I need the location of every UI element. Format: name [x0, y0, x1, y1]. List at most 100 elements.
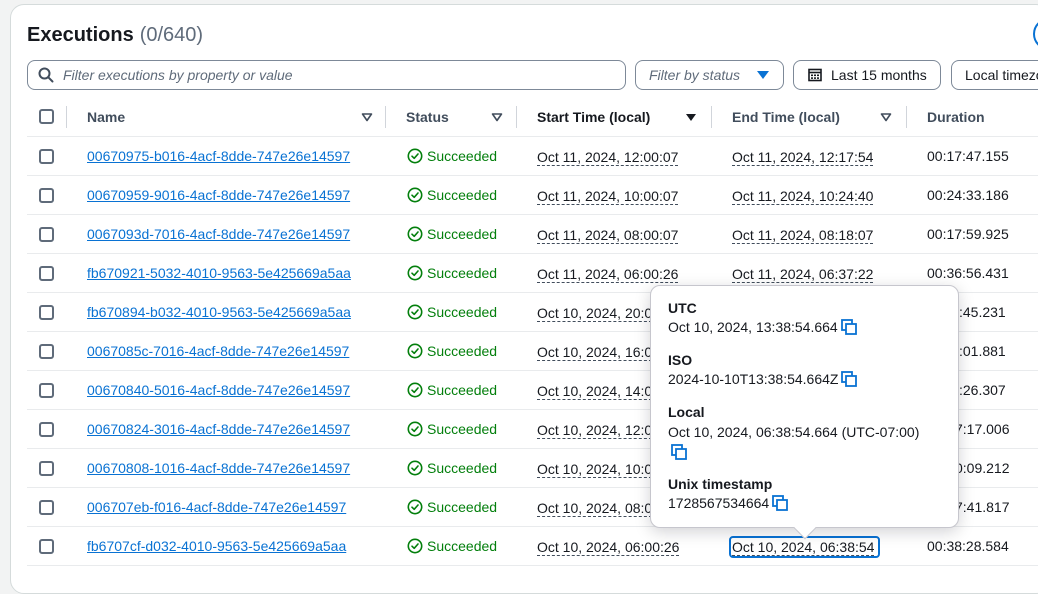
status-text: Succeeded — [427, 382, 498, 398]
execution-name-link[interactable]: fb670921-5032-4010-9563-5e425669a5aa — [87, 265, 351, 281]
check-circle-icon — [407, 499, 423, 515]
title-text: Executions — [27, 24, 134, 46]
execution-name-link[interactable]: 00670975-b016-4acf-8dde-747e26e14597 — [87, 148, 350, 164]
start-time[interactable]: Oct 11, 2024, 08:00:07 — [537, 227, 679, 244]
row-checkbox[interactable] — [39, 227, 54, 242]
check-circle-icon — [407, 265, 423, 281]
execution-name-link[interactable]: 0067093d-7016-4acf-8dde-747e26e14597 — [87, 226, 350, 242]
search-input[interactable]: Filter executions by property or value — [27, 60, 626, 90]
row-checkbox[interactable] — [39, 344, 54, 359]
duration: 00:38:28.584 — [927, 538, 1009, 554]
unix-value-row: 1728567534664 — [668, 495, 789, 511]
status-badge: Succeeded — [407, 460, 497, 476]
start-time[interactable]: Oct 10, 2024, 10:0 — [537, 461, 653, 478]
row-divider — [27, 253, 1038, 254]
row-checkbox[interactable] — [39, 266, 54, 281]
execution-name-link[interactable]: fb670894-b032-4010-9563-5e425669a5aa — [87, 304, 351, 320]
status-badge: Succeeded — [407, 265, 497, 281]
row-checkbox[interactable] — [39, 149, 54, 164]
row-divider — [27, 565, 1038, 566]
end-time[interactable]: Oct 11, 2024, 12:17:54 — [732, 149, 874, 166]
row-checkbox[interactable] — [39, 500, 54, 515]
status-badge: Succeeded — [407, 226, 497, 242]
end-time[interactable]: Oct 10, 2024, 06:38:54 — [732, 539, 875, 556]
duration: 0:09.212 — [955, 460, 1010, 476]
status-text: Succeeded — [427, 499, 498, 515]
page-title: Executions (0/640) — [27, 24, 203, 47]
copy-icon[interactable] — [671, 444, 687, 460]
check-circle-icon — [407, 304, 423, 320]
start-time[interactable]: Oct 10, 2024, 06:00:26 — [537, 539, 680, 556]
row-divider — [27, 175, 1038, 176]
status-badge: Succeeded — [407, 148, 497, 164]
execution-name-link[interactable]: 00670959-9016-4acf-8dde-747e26e14597 — [87, 187, 350, 203]
column-header-name[interactable]: Name — [87, 101, 125, 133]
start-time[interactable]: Oct 10, 2024, 12:0 — [537, 422, 653, 439]
column-header-end-time[interactable]: End Time (local) — [732, 101, 840, 133]
row-checkbox[interactable] — [39, 461, 54, 476]
duration: 00:17:59.925 — [927, 226, 1009, 242]
start-time[interactable]: Oct 10, 2024, 20:0 — [537, 305, 653, 322]
status-badge: Succeeded — [407, 499, 497, 515]
start-time[interactable]: Oct 10, 2024, 08:0 — [537, 500, 653, 517]
execution-name-link[interactable]: 00670840-5016-4acf-8dde-747e26e14597 — [87, 382, 350, 398]
utc-label: UTC — [668, 300, 697, 316]
sort-icon[interactable] — [491, 111, 503, 123]
status-badge: Succeeded — [407, 343, 497, 359]
start-time[interactable]: Oct 11, 2024, 06:00:26 — [537, 266, 679, 283]
check-circle-icon — [407, 538, 423, 554]
check-circle-icon — [407, 343, 423, 359]
status-text: Succeeded — [427, 343, 498, 359]
execution-name-link[interactable]: fb6707cf-d032-4010-9563-5e425669a5aa — [87, 538, 346, 554]
row-checkbox[interactable] — [39, 539, 54, 554]
select-all-checkbox[interactable] — [39, 109, 54, 124]
row-checkbox[interactable] — [39, 383, 54, 398]
duration: :45.231 — [959, 304, 1006, 320]
calendar-icon — [808, 68, 822, 82]
status-badge: Succeeded — [407, 187, 497, 203]
execution-count: (0/640) — [139, 24, 204, 46]
unix-value: 1728567534664 — [668, 495, 770, 511]
copy-icon[interactable] — [772, 495, 789, 511]
iso-label: ISO — [668, 352, 693, 368]
sort-active-icon[interactable] — [685, 111, 697, 123]
header-divider — [27, 136, 1038, 137]
start-time[interactable]: Oct 10, 2024, 14:0 — [537, 383, 653, 400]
start-time[interactable]: Oct 10, 2024, 16:0 — [537, 344, 653, 361]
sort-icon[interactable] — [361, 111, 373, 123]
row-checkbox[interactable] — [39, 188, 54, 203]
date-range-button[interactable]: Last 15 months — [793, 60, 941, 90]
date-range-label: Last 15 months — [831, 67, 927, 83]
duration: 7:41.817 — [955, 499, 1010, 515]
status-text: Succeeded — [427, 226, 498, 242]
execution-name-link[interactable]: 0067085c-7016-4acf-8dde-747e26e14597 — [87, 343, 349, 359]
copy-icon[interactable] — [841, 371, 858, 387]
row-checkbox[interactable] — [39, 305, 54, 320]
timezone-button[interactable]: Local timezone — [951, 60, 1038, 90]
column-divider — [516, 106, 517, 128]
duration: 00:24:33.186 — [927, 187, 1009, 203]
duration: 7:17.006 — [955, 421, 1010, 437]
execution-name-link[interactable]: 00670808-1016-4acf-8dde-747e26e14597 — [87, 460, 350, 476]
end-time[interactable]: Oct 11, 2024, 08:18:07 — [732, 227, 874, 244]
status-text: Succeeded — [427, 265, 498, 281]
column-header-start-time[interactable]: Start Time (local) — [537, 101, 650, 133]
status-filter-select[interactable]: Filter by status — [635, 60, 784, 90]
status-badge: Succeeded — [407, 382, 497, 398]
column-header-duration[interactable]: Duration — [927, 101, 985, 133]
end-time[interactable]: Oct 11, 2024, 06:37:22 — [732, 266, 874, 283]
execution-name-link[interactable]: 00670824-3016-4acf-8dde-747e26e14597 — [87, 421, 350, 437]
sort-icon[interactable] — [880, 111, 892, 123]
iso-value-row: 2024-10-10T13:38:54.664Z — [668, 371, 858, 387]
column-header-status[interactable]: Status — [406, 101, 449, 133]
start-time[interactable]: Oct 11, 2024, 12:00:07 — [537, 149, 679, 166]
duration: 00:36:56.431 — [927, 265, 1009, 281]
duration: :26.307 — [959, 382, 1006, 398]
check-circle-icon — [407, 187, 423, 203]
start-time[interactable]: Oct 11, 2024, 10:00:07 — [537, 188, 679, 205]
status-text: Succeeded — [427, 187, 498, 203]
end-time[interactable]: Oct 11, 2024, 10:24:40 — [732, 188, 874, 205]
row-checkbox[interactable] — [39, 422, 54, 437]
execution-name-link[interactable]: 006707eb-f016-4acf-8dde-747e26e14597 — [87, 499, 346, 515]
copy-icon[interactable] — [840, 319, 857, 335]
